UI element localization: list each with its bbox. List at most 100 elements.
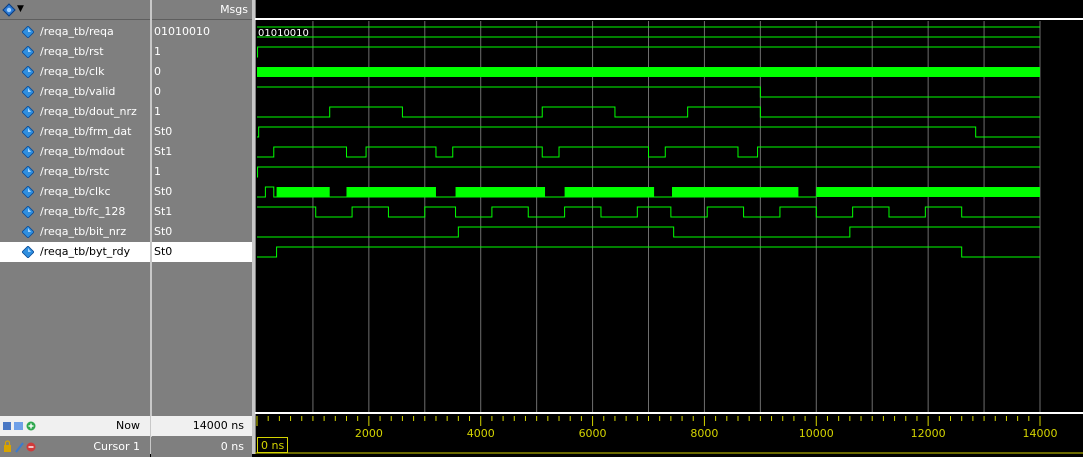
signal-value-row[interactable]: 1	[151, 102, 252, 122]
signal-name: /reqa_tb/rst	[40, 45, 104, 58]
signal-value-row[interactable]: 1	[151, 162, 252, 182]
window-icon[interactable]	[14, 422, 23, 430]
clock-burst	[671, 187, 799, 197]
signal-row[interactable]: /reqa_tb/frm_dat	[0, 122, 150, 142]
cursor-row: Cursor 1	[0, 437, 150, 457]
signal-value: St1	[154, 205, 173, 218]
signal-row[interactable]: /reqa_tb/rst	[0, 42, 150, 62]
signal-row[interactable]: /reqa_tb/bit_nrz	[0, 222, 150, 242]
now-row: Now	[0, 416, 150, 436]
signal-name: /reqa_tb/dout_nrz	[40, 105, 137, 118]
signal-value-row[interactable]: St0	[151, 242, 252, 262]
clock-burst	[816, 187, 1040, 197]
clock-burst	[455, 187, 546, 197]
edit-icon[interactable]	[15, 442, 24, 453]
signal-value: 0	[154, 65, 161, 78]
signal-names-pane: ▼ /reqa_tb/reqa/reqa_tb/rst/reqa_tb/clk /…	[0, 0, 150, 454]
pane-splitter[interactable]	[150, 0, 152, 454]
signal-name: /reqa_tb/byt_rdy	[40, 245, 131, 258]
ruler-label: 4000	[467, 427, 495, 440]
cursor-value-cell: 0 ns	[151, 437, 252, 457]
diamond-signal-icon	[22, 126, 34, 138]
signal-value: St0	[154, 225, 173, 238]
signal-row[interactable]: /reqa_tb/dout_nrz	[0, 102, 150, 122]
cursor-label: Cursor 1	[93, 440, 140, 453]
signal-value: St1	[154, 145, 173, 158]
ruler-label: 10000	[799, 427, 834, 440]
signal-value: 1	[154, 165, 161, 178]
now-label: Now	[116, 419, 140, 432]
clock-burst	[564, 187, 655, 197]
diamond-signal-icon	[22, 106, 34, 118]
signal-name: /reqa_tb/fc_128	[40, 205, 126, 218]
diamond-signal-icon	[22, 66, 34, 78]
waveform-pane[interactable]: 01010010 2000 4000 6000 8000 10000 12000 14000 …	[255, 0, 1083, 454]
signal-row[interactable]: /reqa_tb/reqa	[0, 22, 150, 42]
signal-value-row[interactable]: St0	[151, 222, 252, 242]
waveform-mdout[interactable]	[257, 146, 1040, 158]
clock-burst	[276, 187, 330, 197]
diamond-signal-icon	[22, 226, 34, 238]
signal-row[interactable]: /reqa_tb/mdout	[0, 142, 150, 162]
signal-row[interactable]: /reqa_tb/clkc	[0, 182, 150, 202]
diamond-signal-icon	[22, 46, 34, 58]
signal-row[interactable]: /reqa_tb/valid	[0, 82, 150, 102]
chevron-down-icon[interactable]: ▼	[17, 4, 24, 14]
signal-value-row[interactable]: 01010010	[151, 22, 252, 42]
cursor-time-box[interactable]: 0 ns	[257, 437, 289, 453]
ruler-label: 8000	[690, 427, 718, 440]
waveform-icon[interactable]	[3, 422, 11, 430]
signal-row[interactable]: /reqa_tb/byt_rdy	[0, 242, 150, 262]
signal-name: /reqa_tb/reqa	[40, 25, 114, 38]
clock-burst	[257, 67, 1040, 77]
diamond-signal-icon	[22, 206, 34, 218]
lock-icon[interactable]	[4, 445, 11, 452]
diamond-signal-icon	[22, 186, 34, 198]
signal-value-row[interactable]: 0	[151, 82, 252, 102]
now-value: 14000 ns	[192, 419, 244, 432]
signal-row[interactable]: /reqa_tb/fc_128	[0, 202, 150, 222]
signal-value-row[interactable]: 0	[151, 62, 252, 82]
signal-value-row[interactable]: St1	[151, 142, 252, 162]
signal-value: St0	[154, 245, 173, 258]
diamond-signal-icon	[22, 86, 34, 98]
toolbar-icons	[3, 421, 36, 431]
signal-row[interactable]: /reqa_tb/rstc	[0, 162, 150, 182]
diamond-signal-icon	[22, 166, 34, 178]
cursor-toolbar-icons	[4, 440, 36, 453]
ruler-label: 14000	[1023, 427, 1058, 440]
signal-value-row[interactable]: St0	[151, 182, 252, 202]
signal-name: /reqa_tb/rstc	[40, 165, 110, 178]
msgs-label: Msgs	[220, 3, 248, 16]
diamond-signal-icon	[22, 146, 34, 158]
signal-value: 0	[154, 85, 161, 98]
signal-value-row[interactable]: 1	[151, 42, 252, 62]
signal-name: /reqa_tb/bit_nrz	[40, 225, 127, 238]
signal-value-row[interactable]: St0	[151, 122, 252, 142]
bus-value-label: 01010010	[258, 28, 309, 39]
ruler-label: 2000	[355, 427, 383, 440]
wave-window-icon[interactable]	[2, 3, 16, 17]
names-header: ▼	[0, 0, 150, 20]
cursor-value: 0 ns	[220, 440, 244, 453]
signal-values-pane: Msgs 01010010 1 0 0 1 St0 St1 1 St0 St1 St0 St0	[151, 0, 252, 454]
ruler-label: 6000	[579, 427, 607, 440]
values-header: Msgs	[151, 0, 252, 20]
signal-value-row[interactable]: St1	[151, 202, 252, 222]
signal-name: /reqa_tb/clk	[40, 65, 105, 78]
signal-value: 1	[154, 105, 161, 118]
clock-burst	[346, 187, 436, 197]
waveform-canvas[interactable]: 01010010 2000 4000 6000 8000 10000 12000 14000	[255, 0, 1083, 454]
signal-name: /reqa_tb/frm_dat	[40, 125, 132, 138]
ruler-label: 12000	[911, 427, 946, 440]
signal-value: 01010010	[154, 25, 210, 38]
diamond-signal-icon	[22, 246, 34, 258]
signal-value: St0	[154, 125, 173, 138]
signal-value: 1	[154, 45, 161, 58]
signal-value: St0	[154, 185, 173, 198]
signal-row[interactable]: /reqa_tb/clk	[0, 62, 150, 82]
signal-name: /reqa_tb/clkc	[40, 185, 111, 198]
diamond-signal-icon	[22, 26, 34, 38]
signal-name: /reqa_tb/valid	[40, 85, 116, 98]
now-value-cell: 14000 ns	[151, 416, 252, 436]
